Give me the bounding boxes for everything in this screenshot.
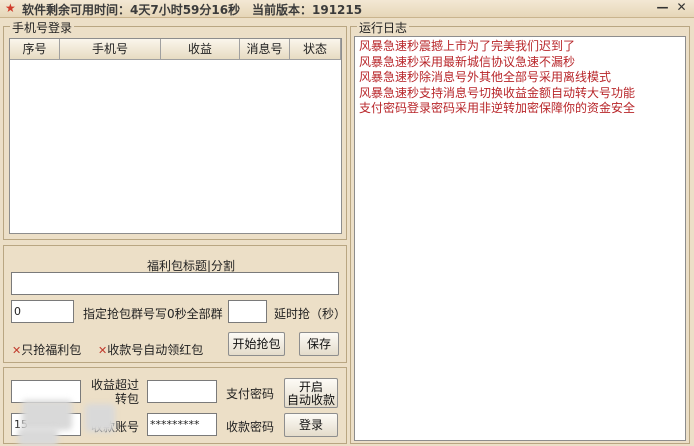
remaining-time-label: 软件剩余可用时间：4天7小时59分16秒 bbox=[22, 3, 241, 17]
only-welfare-label: 只抢福利包 bbox=[21, 343, 82, 357]
auto-collect-line2: 自动收款 bbox=[286, 393, 335, 407]
log-title: 运行日志 bbox=[357, 19, 410, 36]
income-label-line1: 收益超过 bbox=[91, 378, 140, 392]
group-number-input[interactable]: 0 bbox=[11, 300, 74, 323]
only-welfare-checkbox[interactable]: ✕只抢福利包 bbox=[12, 341, 81, 358]
collect-password-label: 收款密码 bbox=[226, 420, 275, 434]
column-header[interactable]: 收益 bbox=[161, 39, 240, 60]
log-textarea[interactable]: 风暴急速秒震撼上市为了完美我们迟到了 风暴急速秒采用最新城信协议急速不漏秒 风暴… bbox=[354, 36, 686, 441]
redaction-blur bbox=[85, 404, 115, 432]
delay-input[interactable] bbox=[228, 300, 267, 323]
pay-password-input[interactable] bbox=[147, 380, 217, 403]
title-bar: ★ 软件剩余可用时间：4天7小时59分16秒 当前版本：191215 — ✕ bbox=[0, 0, 694, 18]
star-icon: ★ bbox=[5, 1, 16, 15]
column-header[interactable]: 序号 bbox=[10, 39, 60, 60]
phone-table-header: 序号 手机号 收益 消息号 状态 bbox=[10, 39, 341, 60]
column-header[interactable]: 消息号 bbox=[240, 39, 290, 60]
checkbox-mark-icon: ✕ bbox=[98, 344, 108, 357]
log-line: 支付密码登录密码采用非逆转加密保障你的资金安全 bbox=[359, 101, 636, 115]
column-header[interactable]: 状态 bbox=[290, 39, 341, 60]
minimize-button[interactable]: — bbox=[655, 0, 670, 15]
welfare-title-input[interactable] bbox=[11, 272, 339, 295]
save-button[interactable]: 保存 bbox=[299, 332, 339, 356]
redaction-blur bbox=[18, 428, 58, 446]
phone-login-title: 手机号登录 bbox=[10, 19, 75, 36]
phone-table[interactable]: 序号 手机号 收益 消息号 状态 bbox=[9, 38, 342, 234]
income-threshold-label: 收益超过 转包 bbox=[91, 378, 139, 406]
log-line: 风暴急速秒震撼上市为了完美我们迟到了 bbox=[359, 39, 576, 53]
log-line: 风暴急速秒采用最新城信协议急速不漏秒 bbox=[359, 54, 576, 69]
log-line: 风暴急速秒支持消息号切换收益金额自动转大号功能 bbox=[359, 85, 636, 100]
group-number-label: 指定抢包群号写0秒全部群 bbox=[83, 307, 223, 321]
auto-red-packet-checkbox[interactable]: ✕收款号自动领红包 bbox=[98, 341, 203, 358]
login-button[interactable]: 登录 bbox=[284, 413, 338, 437]
auto-collect-line1: 开启 bbox=[298, 380, 323, 394]
redaction-blur bbox=[22, 400, 72, 430]
pay-password-label: 支付密码 bbox=[226, 387, 275, 401]
log-line: 风暴急速秒除消息号外其他全部号采用离线模式 bbox=[359, 70, 612, 84]
start-grab-button[interactable]: 开始抢包 bbox=[228, 332, 285, 356]
delay-label: 延时抢（秒） bbox=[274, 307, 347, 321]
collect-password-input[interactable]: ********* bbox=[147, 413, 217, 436]
close-button[interactable]: ✕ bbox=[674, 0, 689, 15]
auto-collect-button[interactable]: 开启 自动收款 bbox=[284, 378, 338, 408]
checkbox-mark-icon: ✕ bbox=[12, 344, 22, 357]
column-header[interactable]: 手机号 bbox=[60, 39, 161, 60]
version-label: 当前版本：191215 bbox=[252, 3, 363, 17]
auto-red-packet-label: 收款号自动领红包 bbox=[107, 343, 204, 357]
